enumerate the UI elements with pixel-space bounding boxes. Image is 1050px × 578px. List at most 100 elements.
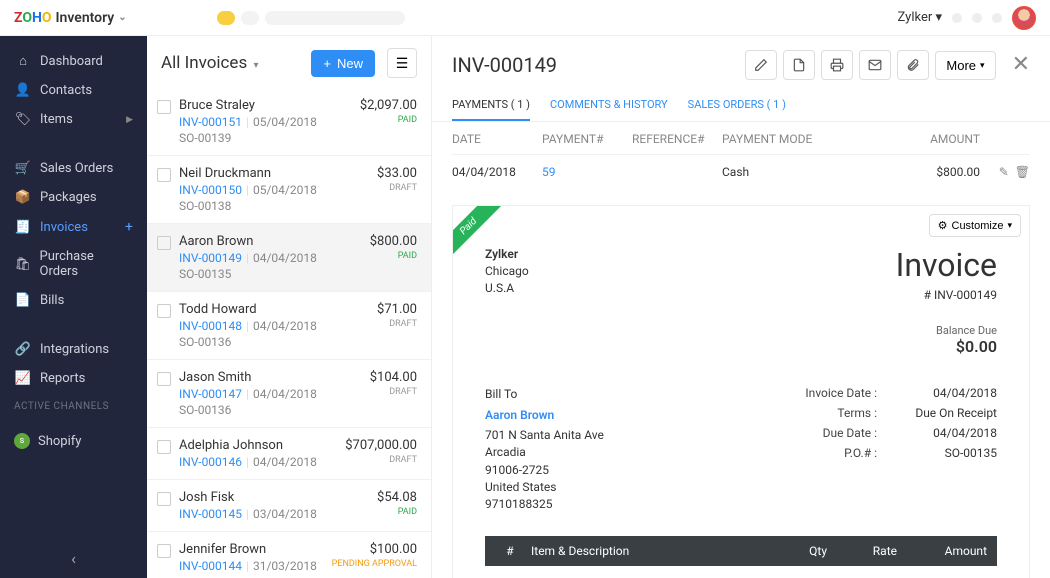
invoice-amount: $800.00 bbox=[329, 234, 417, 249]
collapse-sidebar[interactable]: ‹ bbox=[0, 539, 147, 578]
invoice-row[interactable]: Aaron Brown INV-000149|04/04/2018 SO-001… bbox=[147, 224, 431, 292]
tag-icon: 🏷 bbox=[14, 112, 32, 127]
invoice-date: 04/04/2018 bbox=[253, 319, 317, 333]
invoice-row[interactable]: Todd Howard INV-000148|04/04/2018 SO-001… bbox=[147, 292, 431, 360]
sidebar-item-items[interactable]: 🏷Items▶ bbox=[0, 105, 147, 134]
indicator-dot bbox=[217, 11, 235, 25]
email-button[interactable] bbox=[859, 50, 891, 80]
checkbox[interactable] bbox=[157, 440, 171, 454]
print-button[interactable] bbox=[821, 50, 853, 80]
customer-name: Jason Smith bbox=[179, 370, 321, 385]
link-icon: 🔗 bbox=[14, 342, 32, 357]
attach-button[interactable] bbox=[897, 50, 929, 80]
sidebar-item-purchase-orders[interactable]: 🛍Purchase Orders bbox=[0, 242, 147, 286]
sidebar-item-label: Bills bbox=[40, 293, 64, 308]
invoice-row[interactable]: Jason Smith INV-000147|04/04/2018 SO-001… bbox=[147, 360, 431, 428]
customer-name: Adelphia Johnson bbox=[179, 438, 321, 453]
indicator-bar bbox=[265, 11, 405, 25]
payments-table: DATE PAYMENT# REFERENCE# PAYMENT MODE AM… bbox=[432, 122, 1050, 189]
status-badge: PENDING APPROVAL bbox=[329, 559, 417, 569]
checkbox[interactable] bbox=[157, 372, 171, 386]
invoice-link[interactable]: INV-000150 bbox=[179, 183, 242, 197]
invoice-date: 04/04/2018 bbox=[253, 251, 317, 265]
sidebar-item-label: Dashboard bbox=[40, 54, 103, 69]
sidebar-item-label: Reports bbox=[40, 371, 85, 386]
close-icon[interactable]: ✕ bbox=[1012, 54, 1030, 76]
balance-label: Balance Due bbox=[896, 324, 997, 337]
edit-button[interactable] bbox=[745, 50, 777, 80]
sidebar-item-packages[interactable]: 📦Packages bbox=[0, 183, 147, 212]
invoice-row[interactable]: Neil Druckmann INV-000150|05/04/2018 SO-… bbox=[147, 156, 431, 224]
placeholder-icon[interactable] bbox=[992, 13, 1002, 23]
so-number: SO-00139 bbox=[179, 131, 321, 145]
status-badge: PAID bbox=[329, 251, 417, 261]
tab-payments-[interactable]: PAYMENTS ( 1 ) bbox=[452, 90, 530, 121]
checkbox[interactable] bbox=[157, 492, 171, 506]
checkbox[interactable] bbox=[157, 168, 171, 182]
avatar[interactable] bbox=[1012, 6, 1036, 30]
invoice-amount: $33.00 bbox=[329, 166, 417, 181]
invoice-link[interactable]: INV-000151 bbox=[179, 115, 242, 129]
sidebar-item-reports[interactable]: 📈 Reports bbox=[0, 364, 147, 393]
tab-comments-history[interactable]: COMMENTS & HISTORY bbox=[550, 90, 668, 121]
invoice-detail-panel: INV-000149 More ▾ ✕ PAYMENTS ( 1 )COMMEN… bbox=[432, 36, 1050, 578]
checkbox[interactable] bbox=[157, 304, 171, 318]
invoice-link[interactable]: INV-000144 bbox=[179, 559, 242, 573]
invoice-row[interactable]: Adelphia Johnson INV-000146|04/04/2018 $… bbox=[147, 428, 431, 480]
sidebar-item-contacts[interactable]: 👤Contacts bbox=[0, 76, 147, 105]
edit-icon[interactable]: ✎ bbox=[999, 165, 1009, 179]
invoice-link[interactable]: INV-000147 bbox=[179, 387, 242, 401]
plus-icon[interactable]: + bbox=[125, 219, 133, 235]
more-button[interactable]: More ▾ bbox=[935, 51, 995, 80]
tab-sales-orders-[interactable]: SALES ORDERS ( 1 ) bbox=[688, 90, 786, 121]
so-number: SO-00135 bbox=[179, 267, 321, 281]
brand[interactable]: ZOHO Inventory ⌄ bbox=[14, 10, 127, 26]
sidebar-item-dashboard[interactable]: ⌂Dashboard bbox=[0, 46, 147, 76]
payment-link[interactable]: 59 bbox=[542, 165, 556, 179]
org-switcher[interactable]: Zylker ▾ bbox=[898, 10, 942, 25]
invoice-link[interactable]: INV-000148 bbox=[179, 319, 242, 333]
package-icon: 📦 bbox=[14, 190, 32, 205]
invoice-row[interactable]: Jennifer Brown INV-000144|31/03/2018 $10… bbox=[147, 532, 431, 578]
sidebar-item-bills[interactable]: 📄Bills bbox=[0, 286, 147, 315]
invoice-row[interactable]: Bruce Straley INV-000151|05/04/2018 SO-0… bbox=[147, 88, 431, 156]
customer-link[interactable]: Aaron Brown bbox=[485, 407, 604, 424]
customer-name: Jennifer Brown bbox=[179, 542, 321, 557]
invoice-link[interactable]: INV-000149 bbox=[179, 251, 242, 265]
sidebar-item-label: Contacts bbox=[40, 83, 92, 98]
sidebar-item-invoices[interactable]: 🧾Invoices+ bbox=[0, 212, 147, 242]
placeholder-icon[interactable] bbox=[972, 13, 982, 23]
list-menu-button[interactable]: ☰ bbox=[387, 48, 417, 78]
invoice-amount: $2,097.00 bbox=[329, 98, 417, 113]
sidebar-item-shopify[interactable]: sShopify bbox=[0, 426, 147, 456]
bag-icon: 🛍 bbox=[14, 257, 32, 272]
customer-name: Aaron Brown bbox=[179, 234, 321, 249]
checkbox[interactable] bbox=[157, 100, 171, 114]
invoice-row[interactable]: Josh Fisk INV-000145|03/04/2018 $54.08 P… bbox=[147, 480, 431, 532]
invoice-link[interactable]: INV-000145 bbox=[179, 507, 242, 521]
meta-key: Invoice Date : bbox=[797, 386, 877, 400]
checkbox[interactable] bbox=[157, 236, 171, 250]
sidebar-item-integrations[interactable]: 🔗 Integrations bbox=[0, 335, 147, 364]
shopify-icon: s bbox=[14, 433, 30, 449]
col-mode: PAYMENT MODE bbox=[722, 132, 840, 146]
invoice-amount: $100.00 bbox=[329, 542, 417, 557]
col-amt: AMOUNT bbox=[840, 132, 980, 146]
invoice-link[interactable]: INV-000146 bbox=[179, 455, 242, 469]
delete-icon[interactable]: 🗑 bbox=[1015, 165, 1030, 179]
customize-button[interactable]: ⚙Customize ▾ bbox=[929, 214, 1021, 237]
sidebar-item-sales-orders[interactable]: 🛒Sales Orders bbox=[0, 154, 147, 183]
new-button[interactable]: +New bbox=[311, 50, 375, 77]
sidebar-item-label: Invoices bbox=[40, 220, 88, 235]
placeholder-icon[interactable] bbox=[952, 13, 962, 23]
customer-name: Todd Howard bbox=[179, 302, 321, 317]
pdf-button[interactable] bbox=[783, 50, 815, 80]
invoice-date: 05/04/2018 bbox=[253, 183, 317, 197]
so-number: SO-00136 bbox=[179, 403, 321, 417]
list-filter[interactable]: All Invoices ▾ bbox=[161, 53, 258, 73]
sidebar-item-label: Integrations bbox=[40, 342, 109, 357]
chart-icon: 📈 bbox=[14, 371, 32, 386]
checkbox[interactable] bbox=[157, 544, 171, 558]
invoice-amount: $54.08 bbox=[329, 490, 417, 505]
invoice-heading: Invoice bbox=[896, 246, 997, 284]
